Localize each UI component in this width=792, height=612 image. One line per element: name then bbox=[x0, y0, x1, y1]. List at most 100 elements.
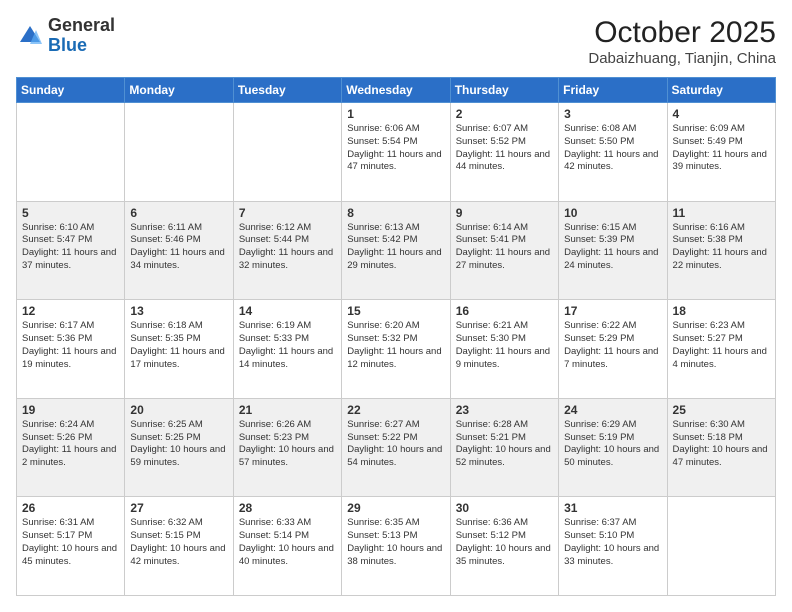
calendar-cell: 18 Sunrise: 6:23 AMSunset: 5:27 PMDayligh… bbox=[667, 300, 775, 399]
day-info: Sunrise: 6:24 AMSunset: 5:26 PMDaylight:… bbox=[22, 419, 119, 470]
day-info: Sunrise: 6:25 AMSunset: 5:25 PMDaylight:… bbox=[130, 419, 227, 470]
day-number: 15 bbox=[347, 304, 444, 318]
week-row-3: 12 Sunrise: 6:17 AMSunset: 5:36 PMDayligh… bbox=[17, 300, 776, 399]
calendar-cell: 1Sunrise: 6:06 AMSunset: 5:54 PMDaylight… bbox=[342, 103, 450, 202]
location: Dabaizhuang, Tianjin, China bbox=[588, 50, 776, 67]
day-info: Sunrise: 6:26 AMSunset: 5:23 PMDaylight:… bbox=[239, 419, 336, 470]
day-number: 3 bbox=[564, 107, 661, 121]
calendar-cell: 27Sunrise: 6:32 AMSunset: 5:15 PMDayligh… bbox=[125, 497, 233, 596]
day-info: Sunrise: 6:37 AMSunset: 5:10 PMDaylight:… bbox=[564, 517, 661, 568]
day-number: 17 bbox=[564, 304, 661, 318]
day-number: 28 bbox=[239, 501, 336, 515]
day-number: 2 bbox=[456, 107, 553, 121]
calendar-cell: 10Sunrise: 6:15 AMSunset: 5:39 PMDayligh… bbox=[559, 201, 667, 300]
day-number: 24 bbox=[564, 403, 661, 417]
day-number: 12 bbox=[22, 304, 119, 318]
day-info: Sunrise: 6:35 AMSunset: 5:13 PMDaylight:… bbox=[347, 517, 444, 568]
day-number: 5 bbox=[22, 206, 119, 220]
day-info: Sunrise: 6:08 AMSunset: 5:50 PMDaylight:… bbox=[564, 123, 661, 174]
calendar-cell: 20 Sunrise: 6:25 AMSunset: 5:25 PMDayligh… bbox=[125, 398, 233, 497]
day-number: 22 bbox=[347, 403, 444, 417]
calendar-cell: 3 Sunrise: 6:08 AMSunset: 5:50 PMDaylight… bbox=[559, 103, 667, 202]
logo-blue-text: Blue bbox=[48, 36, 115, 56]
day-number: 13 bbox=[130, 304, 227, 318]
calendar-cell: 22Sunrise: 6:27 AMSunset: 5:22 PMDayligh… bbox=[342, 398, 450, 497]
day-info: Sunrise: 6:33 AMSunset: 5:14 PMDaylight:… bbox=[239, 517, 336, 568]
day-info: Sunrise: 6:10 AMSunset: 5:47 PMDaylight:… bbox=[22, 222, 119, 273]
calendar-cell: 5 Sunrise: 6:10 AMSunset: 5:47 PMDaylight… bbox=[17, 201, 125, 300]
day-number: 11 bbox=[673, 206, 770, 220]
day-number: 8 bbox=[347, 206, 444, 220]
day-info: Sunrise: 6:11 AMSunset: 5:46 PMDaylight:… bbox=[130, 222, 227, 273]
day-number: 23 bbox=[456, 403, 553, 417]
day-info: Sunrise: 6:16 AMSunset: 5:38 PMDaylight:… bbox=[673, 222, 770, 273]
day-info: Sunrise: 6:36 AMSunset: 5:12 PMDaylight:… bbox=[456, 517, 553, 568]
calendar-cell: 17Sunrise: 6:22 AMSunset: 5:29 PMDayligh… bbox=[559, 300, 667, 399]
calendar-cell: 24 Sunrise: 6:29 AMSunset: 5:19 PMDayligh… bbox=[559, 398, 667, 497]
week-row-4: 19 Sunrise: 6:24 AMSunset: 5:26 PMDayligh… bbox=[17, 398, 776, 497]
calendar-cell: 26Sunrise: 6:31 AMSunset: 5:17 PMDayligh… bbox=[17, 497, 125, 596]
logo-icon bbox=[16, 22, 44, 50]
col-header-tuesday: Tuesday bbox=[233, 78, 341, 103]
day-number: 7 bbox=[239, 206, 336, 220]
calendar-cell: 11 Sunrise: 6:16 AMSunset: 5:38 PMDayligh… bbox=[667, 201, 775, 300]
day-number: 14 bbox=[239, 304, 336, 318]
day-number: 9 bbox=[456, 206, 553, 220]
calendar-cell: 29 Sunrise: 6:35 AMSunset: 5:13 PMDayligh… bbox=[342, 497, 450, 596]
calendar-cell: 15 Sunrise: 6:20 AMSunset: 5:32 PMDayligh… bbox=[342, 300, 450, 399]
day-number: 10 bbox=[564, 206, 661, 220]
logo: General Blue bbox=[16, 16, 115, 56]
day-info: Sunrise: 6:29 AMSunset: 5:19 PMDaylight:… bbox=[564, 419, 661, 470]
week-row-2: 5 Sunrise: 6:10 AMSunset: 5:47 PMDaylight… bbox=[17, 201, 776, 300]
calendar-cell: 21 Sunrise: 6:26 AMSunset: 5:23 PMDayligh… bbox=[233, 398, 341, 497]
calendar-cell: 30 Sunrise: 6:36 AMSunset: 5:12 PMDayligh… bbox=[450, 497, 558, 596]
calendar-cell: 7Sunrise: 6:12 AMSunset: 5:44 PMDaylight… bbox=[233, 201, 341, 300]
day-info: Sunrise: 6:06 AMSunset: 5:54 PMDaylight:… bbox=[347, 123, 444, 174]
calendar-cell: 4Sunrise: 6:09 AMSunset: 5:49 PMDaylight… bbox=[667, 103, 775, 202]
calendar-cell: 9Sunrise: 6:14 AMSunset: 5:41 PMDaylight… bbox=[450, 201, 558, 300]
day-info: Sunrise: 6:18 AMSunset: 5:35 PMDaylight:… bbox=[130, 320, 227, 371]
col-header-wednesday: Wednesday bbox=[342, 78, 450, 103]
calendar-header-row: SundayMondayTuesdayWednesdayThursdayFrid… bbox=[17, 78, 776, 103]
calendar-cell: 8Sunrise: 6:13 AMSunset: 5:42 PMDaylight… bbox=[342, 201, 450, 300]
col-header-thursday: Thursday bbox=[450, 78, 558, 103]
calendar-cell: 12 Sunrise: 6:17 AMSunset: 5:36 PMDayligh… bbox=[17, 300, 125, 399]
month-title: October 2025 bbox=[588, 16, 776, 50]
calendar-cell bbox=[233, 103, 341, 202]
week-row-5: 26Sunrise: 6:31 AMSunset: 5:17 PMDayligh… bbox=[17, 497, 776, 596]
day-number: 21 bbox=[239, 403, 336, 417]
day-number: 25 bbox=[673, 403, 770, 417]
calendar-table: SundayMondayTuesdayWednesdayThursdayFrid… bbox=[16, 77, 776, 596]
calendar-cell: 28 Sunrise: 6:33 AMSunset: 5:14 PMDayligh… bbox=[233, 497, 341, 596]
day-number: 19 bbox=[22, 403, 119, 417]
week-row-1: 1Sunrise: 6:06 AMSunset: 5:54 PMDaylight… bbox=[17, 103, 776, 202]
day-number: 20 bbox=[130, 403, 227, 417]
col-header-saturday: Saturday bbox=[667, 78, 775, 103]
calendar-cell: 14 Sunrise: 6:19 AMSunset: 5:33 PMDayligh… bbox=[233, 300, 341, 399]
page: General Blue October 2025 Dabaizhuang, T… bbox=[0, 0, 792, 612]
calendar-cell: 13 Sunrise: 6:18 AMSunset: 5:35 PMDayligh… bbox=[125, 300, 233, 399]
day-info: Sunrise: 6:21 AMSunset: 5:30 PMDaylight:… bbox=[456, 320, 553, 371]
logo-general-text: General bbox=[48, 16, 115, 36]
day-number: 4 bbox=[673, 107, 770, 121]
day-number: 6 bbox=[130, 206, 227, 220]
day-info: Sunrise: 6:17 AMSunset: 5:36 PMDaylight:… bbox=[22, 320, 119, 371]
day-number: 18 bbox=[673, 304, 770, 318]
day-info: Sunrise: 6:31 AMSunset: 5:17 PMDaylight:… bbox=[22, 517, 119, 568]
day-info: Sunrise: 6:23 AMSunset: 5:27 PMDaylight:… bbox=[673, 320, 770, 371]
calendar-cell: 16Sunrise: 6:21 AMSunset: 5:30 PMDayligh… bbox=[450, 300, 558, 399]
day-info: Sunrise: 6:20 AMSunset: 5:32 PMDaylight:… bbox=[347, 320, 444, 371]
title-block: October 2025 Dabaizhuang, Tianjin, China bbox=[588, 16, 776, 67]
calendar-cell bbox=[667, 497, 775, 596]
day-number: 30 bbox=[456, 501, 553, 515]
calendar-cell: 25Sunrise: 6:30 AMSunset: 5:18 PMDayligh… bbox=[667, 398, 775, 497]
day-info: Sunrise: 6:19 AMSunset: 5:33 PMDaylight:… bbox=[239, 320, 336, 371]
day-number: 29 bbox=[347, 501, 444, 515]
header: General Blue October 2025 Dabaizhuang, T… bbox=[16, 16, 776, 67]
day-info: Sunrise: 6:07 AMSunset: 5:52 PMDaylight:… bbox=[456, 123, 553, 174]
day-info: Sunrise: 6:32 AMSunset: 5:15 PMDaylight:… bbox=[130, 517, 227, 568]
calendar-cell: 23 Sunrise: 6:28 AMSunset: 5:21 PMDayligh… bbox=[450, 398, 558, 497]
day-info: Sunrise: 6:28 AMSunset: 5:21 PMDaylight:… bbox=[456, 419, 553, 470]
calendar-cell: 6 Sunrise: 6:11 AMSunset: 5:46 PMDaylight… bbox=[125, 201, 233, 300]
calendar-cell bbox=[125, 103, 233, 202]
